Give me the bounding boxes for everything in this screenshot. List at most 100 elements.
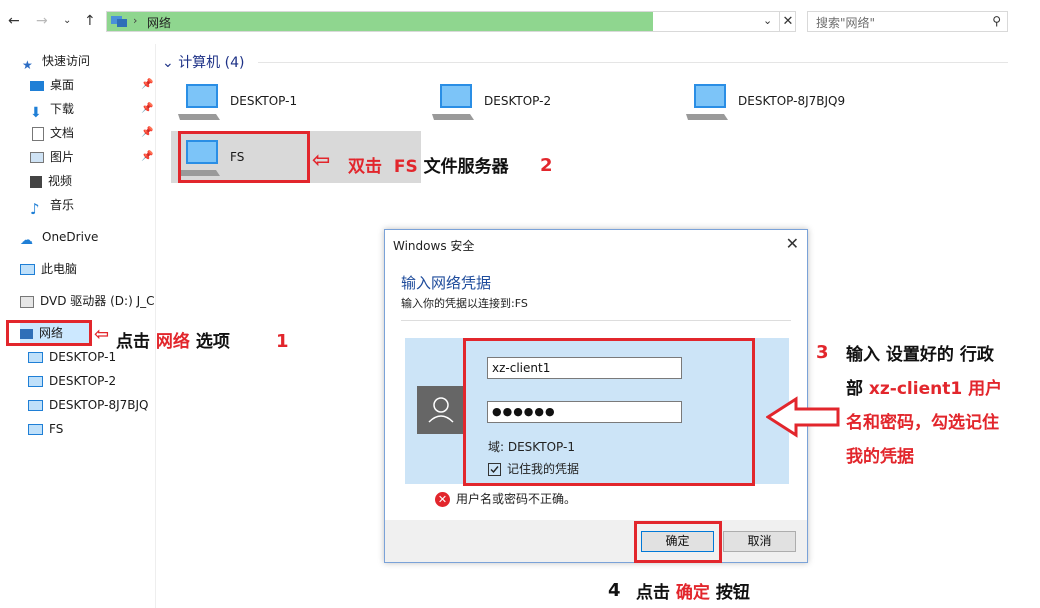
highlight-credentials	[463, 338, 755, 486]
dialog-title: Windows 安全	[393, 239, 475, 253]
sidebar-item-desktop[interactable]: 桌面	[30, 75, 74, 95]
address-toolbar: ← → ⌄ ↑ › 网络 ⌄ ✕ 搜索"网络" ⚲	[0, 0, 1040, 44]
breadcrumb-chevron-icon: ›	[133, 14, 138, 27]
annotation-step3-number: 3	[816, 342, 829, 363]
sidebar-item-music[interactable]: ♪ 音乐	[30, 195, 75, 218]
computer-item-desktop-1[interactable]: DESKTOP-1	[176, 80, 406, 128]
sidebar-item-label: 快速访问	[42, 54, 91, 68]
annotation-step4: 点击 确定 按钮	[636, 583, 750, 603]
cloud-icon: ☁	[20, 232, 33, 248]
sidebar-item-pictures[interactable]: 图片	[30, 147, 74, 167]
sidebar-item-dvd-drive[interactable]: DVD 驱动器 (D:) J_C	[20, 291, 155, 311]
dialog-subheading: 输入你的凭据以连接到:FS	[401, 297, 528, 310]
highlight-ok-button	[634, 521, 722, 563]
sidebar-item-label: 图片	[50, 150, 75, 164]
user-avatar-icon	[417, 386, 465, 434]
sidebar-item-desktop-2[interactable]: DESKTOP-2	[28, 371, 116, 391]
address-dropdown-icon[interactable]: ⌄	[763, 14, 772, 27]
pictures-icon	[30, 152, 44, 163]
highlight-fs	[178, 131, 310, 183]
group-divider	[258, 62, 1008, 63]
download-icon: ⬇	[30, 104, 42, 121]
cancel-button[interactable]: 取消	[723, 531, 796, 552]
sidebar-item-label: 桌面	[50, 78, 75, 92]
computer-icon	[178, 84, 220, 120]
address-progress-fill	[107, 12, 653, 31]
left-arrow-icon: ⇦	[312, 148, 331, 173]
video-icon	[30, 175, 42, 188]
forward-arrow-icon[interactable]: →	[36, 12, 48, 30]
annotation-step3-line2: 部 xz-client1 用户	[846, 379, 1003, 399]
breadcrumb-network[interactable]: 网络	[147, 14, 171, 31]
star-icon: ★	[22, 57, 33, 72]
sidebar-item-label: FS	[49, 422, 64, 436]
search-placeholder: 搜索"网络"	[816, 16, 876, 30]
sidebar-item-videos[interactable]: 视频	[30, 171, 72, 191]
sidebar-item-label: DESKTOP-1	[49, 350, 117, 364]
annotation-step3-line4: 我的凭据	[846, 447, 914, 467]
computer-label: DESKTOP-2	[484, 94, 552, 108]
pin-icon[interactable]: 📌	[141, 151, 153, 162]
sidebar-item-fs[interactable]: FS	[28, 419, 63, 439]
pin-icon[interactable]: 📌	[141, 79, 153, 90]
error-icon: ✕	[435, 492, 450, 507]
sidebar-item-label: 视频	[48, 174, 73, 188]
recent-chevron-icon[interactable]: ⌄	[63, 12, 71, 30]
dialog-heading: 输入网络凭据	[401, 274, 492, 292]
annotation-step2-number: 2	[540, 155, 553, 176]
annotation-step4-number: 4	[608, 580, 621, 601]
document-icon	[32, 126, 44, 141]
search-input[interactable]: 搜索"网络" ⚲	[807, 11, 1008, 32]
computer-item-desktop-8j7bjq9[interactable]: DESKTOP-8J7BJQ9	[684, 80, 914, 128]
computer-item-desktop-2[interactable]: DESKTOP-2	[430, 80, 660, 128]
sidebar-item-label: 此电脑	[41, 262, 78, 276]
network-icon	[111, 16, 127, 27]
sidebar-item-downloads[interactable]: ⬇ 下载	[30, 99, 75, 121]
computer-icon	[432, 84, 474, 120]
dvd-drive-icon	[20, 295, 34, 308]
sidebar-item-label: DESKTOP-8J7BJQ	[49, 398, 149, 412]
sidebar-item-label: DESKTOP-2	[49, 374, 117, 388]
sidebar-item-label: OneDrive	[42, 230, 99, 244]
computer-icon	[28, 400, 43, 411]
group-header-computers[interactable]: ⌄ 计算机 (4)	[162, 52, 244, 72]
dialog-divider	[401, 320, 791, 321]
annotation-step3-line3: 名和密码，勾选记住	[846, 413, 999, 433]
computer-icon	[28, 424, 43, 435]
back-arrow-icon[interactable]: ←	[8, 12, 20, 30]
sidebar-item-desktop-8j7bjq[interactable]: DESKTOP-8J7BJQ	[28, 395, 148, 415]
address-input[interactable]: › 网络 ⌄ ✕	[106, 11, 796, 32]
sidebar-item-label: 音乐	[50, 198, 75, 212]
computer-icon	[28, 376, 43, 387]
sidebar-item-documents[interactable]: 文档	[30, 123, 74, 143]
pin-icon[interactable]: 📌	[141, 103, 153, 114]
computer-label: DESKTOP-1	[230, 94, 298, 108]
sidebar-item-label: 文档	[50, 126, 75, 140]
pin-icon[interactable]: 📌	[141, 127, 153, 138]
annotation-step2: 双击 FS 文件服务器	[348, 157, 509, 177]
annotation-step1: 点击 网络 选项	[116, 332, 230, 352]
annotation-step3-line1: 输入 设置好的 行政	[846, 345, 994, 365]
music-icon: ♪	[30, 199, 40, 218]
computer-label: DESKTOP-8J7BJQ9	[738, 94, 846, 108]
sidebar-item-label: DVD 驱动器 (D:) J_C	[40, 294, 155, 308]
desktop-folder-icon	[30, 80, 44, 91]
sidebar-item-onedrive[interactable]: ☁ OneDrive	[20, 227, 99, 248]
computer-icon	[20, 264, 35, 275]
sidebar-item-this-pc[interactable]: 此电脑	[20, 259, 77, 279]
computer-icon	[686, 84, 728, 120]
sidebar-item-label: 下载	[50, 102, 75, 116]
dialog-footer: 确定 取消	[385, 520, 807, 562]
up-arrow-icon[interactable]: ↑	[84, 12, 96, 30]
highlight-network	[6, 320, 92, 346]
computer-icon	[28, 352, 43, 363]
error-message: ✕ 用户名或密码不正确。	[435, 490, 576, 507]
sidebar-item-desktop-1[interactable]: DESKTOP-1	[28, 347, 116, 367]
left-arrow-icon: ⇦	[94, 324, 110, 345]
search-icon: ⚲	[992, 14, 1001, 28]
close-icon[interactable]: ✕	[786, 234, 799, 253]
annotation-step1-number: 1	[276, 331, 289, 352]
sidebar-item-quick-access[interactable]: ★ 快速访问	[22, 51, 91, 72]
close-icon[interactable]: ✕	[779, 12, 796, 31]
left-arrow-icon	[766, 396, 840, 438]
